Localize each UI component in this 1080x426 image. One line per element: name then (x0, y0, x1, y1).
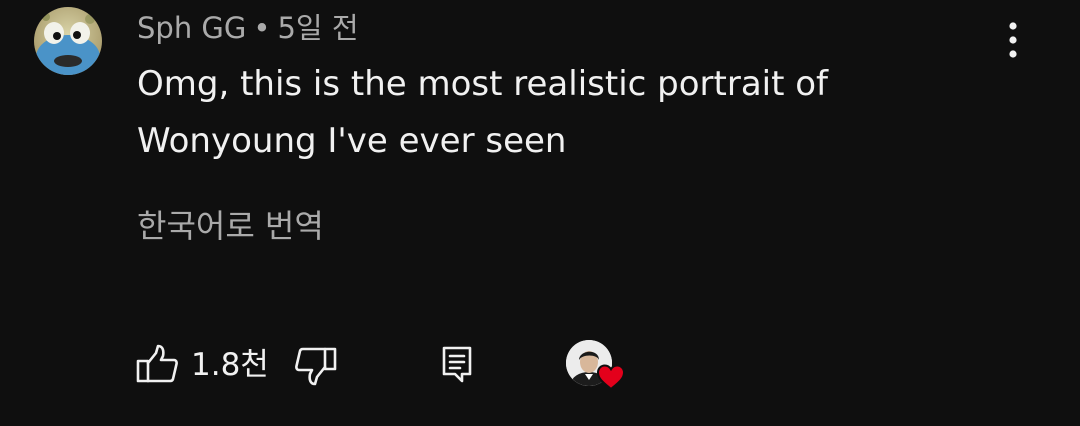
comment-text: Omg, this is the most realistic portrait… (137, 56, 957, 170)
comment-reply-icon (442, 346, 472, 383)
creator-heart-badge[interactable] (566, 340, 630, 394)
heart-icon (596, 364, 626, 391)
translate-link[interactable]: 한국어로 번역 (137, 204, 324, 248)
dislike-button[interactable] (293, 345, 339, 387)
author-name[interactable]: Sph GG (137, 11, 246, 45)
comment-meta: Sph GG • 5일 전 (137, 8, 359, 48)
more-options-button[interactable] (996, 18, 1030, 62)
thumbs-down-icon (295, 347, 337, 386)
cookie-monster-avatar-image (34, 7, 102, 75)
comment-text-line: Wonyoung I've ever seen (137, 121, 567, 161)
author-avatar[interactable] (34, 7, 102, 75)
comment-timestamp: 5일 전 (277, 11, 359, 45)
like-button[interactable] (134, 343, 180, 385)
thumbs-up-icon (136, 344, 178, 383)
reply-button[interactable] (438, 344, 476, 384)
comment-text-line: Omg, this is the most realistic portrait… (137, 64, 829, 104)
meta-separator: • (253, 11, 271, 45)
more-vertical-icon (1009, 22, 1017, 58)
like-count: 1.8천 (191, 347, 269, 383)
